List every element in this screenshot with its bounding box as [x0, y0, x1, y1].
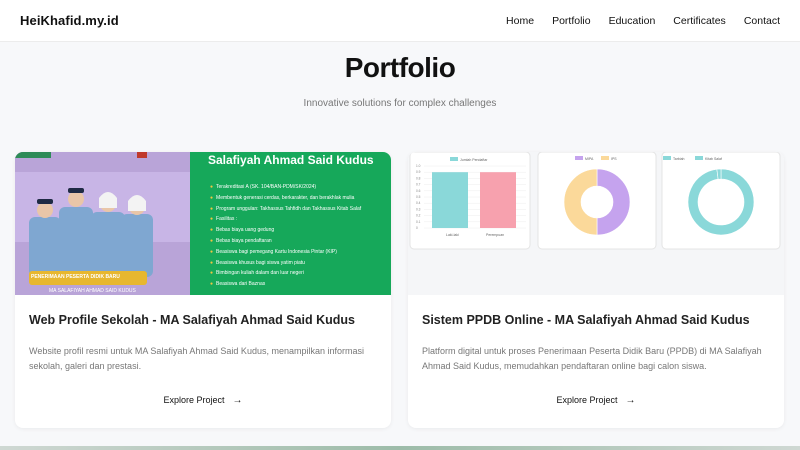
- bullet-icon: ●: [210, 205, 214, 212]
- ppdb-banner-text: PENERIMAAN PESERTA DIDIK BARU: [31, 274, 120, 280]
- project-description: Platform digital untuk proses Penerimaan…: [422, 346, 762, 371]
- school-heading: Salafiyah Ahmad Said Kudus: [208, 153, 374, 167]
- school-feature-list: ● Terakreditasi A (SK. 104/BAN-PDM/SK/202…: [210, 182, 361, 290]
- explore-project-link[interactable]: Explore Project →: [15, 395, 391, 406]
- bullet-icon: ●: [210, 184, 214, 190]
- next-row-preview: [0, 446, 800, 450]
- bar-y-tick: 0.9: [416, 170, 421, 174]
- bar-0: [432, 172, 468, 228]
- bar-y-tick: 1.0: [416, 164, 421, 168]
- bullet-icon: ●: [210, 281, 214, 288]
- bullet-icon: ●: [210, 237, 214, 244]
- ppdb-banner-subtext: MA SALAFIYAH AHMAD SAID KUDUS: [49, 288, 136, 294]
- site-brand[interactable]: HeiKhafid.my.id: [20, 13, 119, 28]
- bar-y-tick: 0.3: [416, 207, 421, 211]
- feature-line: ● Bebas biaya pendaftaran: [210, 237, 272, 244]
- feature-line: ● Beasiswa dari Baznas: [210, 281, 266, 288]
- feature-line: ● Beasiswa khusus bagi siswa yatim piatu: [210, 259, 305, 266]
- portfolio-hero: Portfolio Innovative solutions for compl…: [0, 52, 800, 109]
- bullet-icon: ●: [210, 194, 214, 201]
- donut1-legend-1: IPS: [611, 157, 617, 161]
- bar-1: [480, 172, 516, 228]
- bar-y-tick: 0.5: [416, 195, 421, 199]
- arrow-right-icon[interactable]: →: [233, 395, 243, 406]
- top-navbar: HeiKhafid.my.id Home Portfolio Education…: [0, 0, 800, 42]
- bullet-icon: ●: [210, 216, 214, 223]
- bar-y-tick: 0: [416, 226, 418, 230]
- project-description: Website profil resmi untuk MA Salafiyah …: [29, 346, 364, 371]
- feature-line: ● Program unggulan: Takhassus Tahfidh dan…: [210, 205, 362, 212]
- bar-y-tick: 0.1: [416, 220, 421, 224]
- nav-item-education[interactable]: Education: [609, 15, 656, 27]
- feature-line: ● Terakreditasi A (SK. 104/BAN-PDM/SK/202…: [210, 184, 317, 190]
- explore-project-label[interactable]: Explore Project: [556, 395, 617, 405]
- donut2-legend-0: Tarbiah: [673, 157, 685, 161]
- arrow-right-icon[interactable]: →: [626, 395, 636, 406]
- bar-y-tick: 0.2: [416, 214, 421, 218]
- feature-line: ● Beasiswa bagi pemegang Kartu Indonesia …: [210, 248, 337, 255]
- bar-y-tick: 0.6: [416, 189, 421, 193]
- page-title: Portfolio: [344, 52, 456, 83]
- project-title: Web Profile Sekolah - MA Salafiyah Ahmad…: [29, 313, 355, 327]
- bullet-icon: ●: [210, 227, 214, 234]
- project-title: Sistem PPDB Online - MA Salafiyah Ahmad …: [422, 313, 750, 327]
- feature-line: ● Membentuk generasi cerdas, berkarakter,…: [210, 194, 355, 201]
- project-card-ppdb[interactable]: Jumlah Pendaftar 1.0 0.9 0.8 0.7 0.6 0.5 0.4 0.…: [408, 152, 784, 428]
- project-image-ppdb-dashboard: Jumlah Pendaftar 1.0 0.9 0.8 0.7 0.6 0.5 0.4 0.…: [408, 152, 784, 295]
- feature-line: ● Bimbingan kuliah dalam dan luar negeri: [210, 270, 304, 277]
- feature-line: ● Fasilitas :: [210, 216, 238, 223]
- bullet-icon: ●: [210, 270, 214, 277]
- bar-y-tick: 0.7: [416, 183, 421, 187]
- nav-item-home[interactable]: Home: [506, 15, 534, 27]
- bar-y-tick: 0.8: [416, 176, 421, 180]
- bar-category-1: Perempuan: [486, 233, 504, 237]
- donut1-legend-0: MIPA: [585, 157, 594, 161]
- bullet-icon: ●: [210, 248, 214, 255]
- donut2-legend-1: Kitab Salaf: [705, 157, 722, 161]
- page-subtitle: Innovative solutions for complex challen…: [303, 98, 497, 109]
- bar-legend: Jumlah Pendaftar: [460, 158, 488, 162]
- project-image-web-profile: PENERIMAAN PESERTA DIDIK BARU MA SALAFIY…: [15, 152, 391, 295]
- bullet-icon: ●: [210, 259, 214, 266]
- nav-links: Home Portfolio Education Certificates Co…: [506, 15, 780, 27]
- feature-line: ● Bebas biaya uang gedung: [210, 227, 275, 234]
- nav-item-contact[interactable]: Contact: [744, 15, 780, 27]
- explore-project-link[interactable]: Explore Project →: [408, 395, 784, 406]
- project-card-web-profile[interactable]: PENERIMAAN PESERTA DIDIK BARU MA SALAFIY…: [15, 152, 391, 428]
- nav-item-certificates[interactable]: Certificates: [673, 15, 726, 27]
- explore-project-label[interactable]: Explore Project: [163, 395, 224, 405]
- nav-item-portfolio[interactable]: Portfolio: [552, 15, 591, 27]
- bar-y-tick: 0.4: [416, 201, 421, 205]
- bar-category-0: Laki-laki: [446, 233, 459, 237]
